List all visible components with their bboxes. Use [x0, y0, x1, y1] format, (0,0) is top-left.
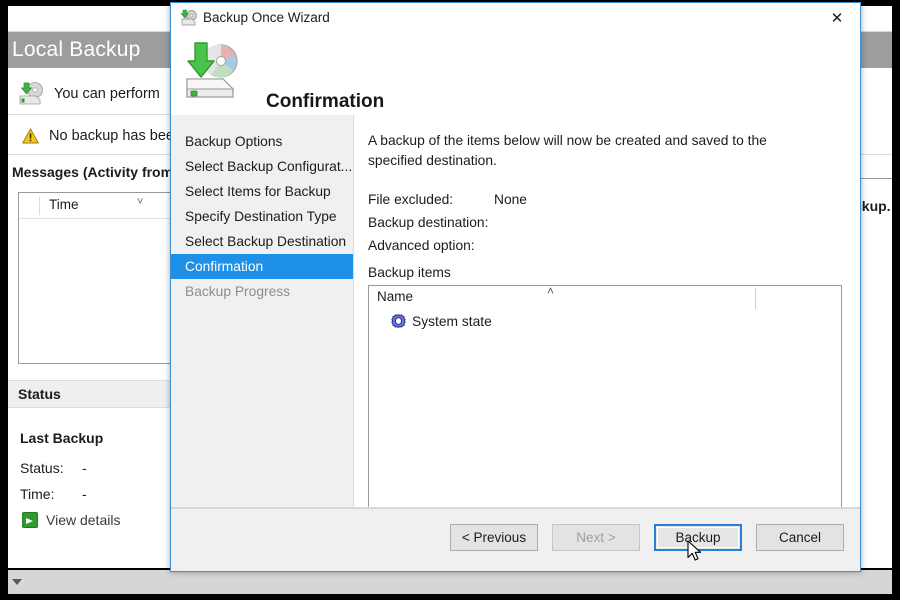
view-details-label: View details — [46, 512, 121, 528]
console-no-backup-text: No backup has been — [49, 128, 183, 144]
warning-triangle-icon — [22, 128, 39, 144]
wizard-title-text: Backup Once Wizard — [203, 10, 330, 25]
close-icon[interactable]: ✕ — [814, 3, 860, 33]
nav-item-backup-options[interactable]: Backup Options — [171, 129, 353, 154]
backup-disk-icon — [19, 82, 43, 105]
nav-item-select-backup-configuration[interactable]: Select Backup Configurat... — [171, 154, 353, 179]
advanced-option-row: Advanced option: — [368, 238, 844, 253]
backup-items-listview[interactable]: Name ˄ System state — [368, 285, 842, 509]
file-excluded-label: File excluded: — [368, 192, 454, 208]
column-separator — [39, 197, 40, 215]
console-status-field-value: - — [82, 460, 87, 476]
listview-header: Name ˄ — [369, 286, 841, 311]
console-no-backup-row: No backup has been — [22, 128, 182, 144]
backup-items-label: Backup items — [368, 265, 451, 281]
backup-once-wizard-icon — [180, 9, 197, 26]
console-status-label: Status — [18, 386, 61, 402]
previous-button[interactable]: < Previous — [450, 524, 538, 551]
disk-with-down-arrow-icon — [186, 42, 238, 98]
nav-item-select-items-for-backup[interactable]: Select Items for Backup — [171, 179, 353, 204]
console-status-field-label: Status: — [20, 460, 64, 476]
wizard-footer-divider — [171, 508, 860, 509]
nav-item-specify-destination-type[interactable]: Specify Destination Type — [171, 204, 353, 229]
wizard-button-bar: < Previous Next > Backup Cancel — [450, 524, 844, 551]
console-perform-text: You can perform — [54, 86, 160, 102]
listview-column-divider[interactable] — [755, 288, 756, 310]
messages-column-time[interactable]: Time — [49, 197, 79, 212]
backup-destination-row: Backup destination: — [368, 215, 844, 230]
console-time-field-value: - — [82, 486, 87, 502]
list-item[interactable]: System state — [391, 314, 492, 329]
file-excluded-row: File excluded: None — [368, 192, 844, 207]
console-status-field: Status: - — [20, 460, 87, 476]
wizard-step-nav: Backup Options Select Backup Configurat.… — [171, 115, 353, 507]
system-state-gear-icon — [391, 314, 406, 328]
confirmation-intro-text: A backup of the items below will now be … — [368, 133, 767, 168]
wizard-title-bar[interactable]: Backup Once Wizard ✕ — [171, 3, 860, 33]
wizard-main: Backup Options Select Backup Configurat.… — [171, 115, 860, 509]
console-time-field-label: Time: — [20, 486, 55, 502]
nav-item-confirmation[interactable]: Confirmation — [171, 254, 353, 279]
file-excluded-value: None — [494, 192, 527, 208]
green-arrow-icon — [22, 512, 38, 528]
nav-item-backup-progress: Backup Progress — [185, 284, 291, 299]
backup-button[interactable]: Backup — [654, 524, 742, 551]
next-button: Next > — [552, 524, 640, 551]
console-perform-row: You can perform — [18, 82, 160, 106]
wizard-footer: < Previous Next > Backup Cancel — [171, 507, 860, 571]
nav-item-select-backup-destination[interactable]: Select Backup Destination — [171, 229, 353, 254]
screen: Local Backup You can perform No backup h… — [0, 0, 900, 600]
wizard-content-pane: A backup of the items below will now be … — [354, 115, 860, 509]
chevron-down-icon[interactable]: ˅ — [137, 196, 143, 208]
cancel-button[interactable]: Cancel — [756, 524, 844, 551]
backup-destination-label: Backup destination: — [368, 215, 489, 231]
wizard-page-title: Confirmation — [266, 91, 385, 112]
taskbar[interactable] — [8, 570, 892, 594]
view-details-link[interactable]: View details — [22, 512, 120, 528]
wizard-header: Confirmation — [171, 33, 860, 115]
backup-once-wizard-dialog: Backup Once Wizard ✕ Confirmation Backup… — [170, 2, 861, 572]
console-last-backup-heading: Last Backup — [20, 430, 104, 446]
advanced-option-label: Advanced option: — [368, 238, 475, 254]
chevron-up-icon[interactable]: ˄ — [547, 286, 554, 298]
console-time-field: Time: - — [20, 486, 87, 502]
listview-column-name[interactable]: Name — [377, 289, 413, 304]
list-item-label: System state — [412, 314, 492, 330]
